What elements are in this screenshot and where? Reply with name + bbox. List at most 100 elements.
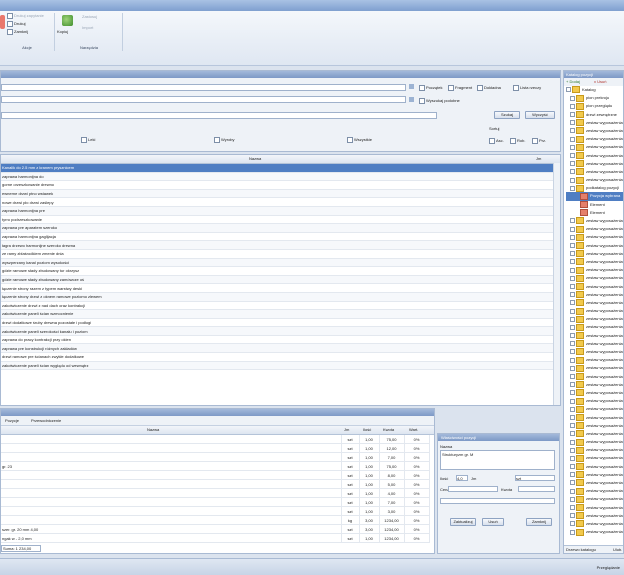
check-list[interactable]: Lista rzeczy bbox=[513, 85, 541, 91]
price-field[interactable] bbox=[448, 486, 498, 492]
table-row[interactable]: szt 1,00 4,00 0% bbox=[1, 488, 430, 498]
tree-item[interactable]: zestaw wyposażenia bbox=[566, 323, 623, 331]
expand-icon[interactable] bbox=[570, 513, 575, 519]
tree-item[interactable]: zestaw wyposażenia bbox=[566, 471, 623, 479]
tab-favorites[interactable]: Ulub. bbox=[613, 547, 622, 552]
expand-icon[interactable] bbox=[570, 324, 575, 330]
expand-icon[interactable] bbox=[570, 333, 575, 339]
expand-icon[interactable] bbox=[570, 464, 575, 470]
table-row[interactable]: zakotwiczenie paneli szerokości kanału i… bbox=[1, 326, 554, 336]
tree-item[interactable]: zestaw wyposażenia bbox=[566, 454, 623, 462]
tree-item[interactable]: zestaw wyposażenia bbox=[566, 512, 623, 520]
tree-item[interactable]: zestaw wyposażenia bbox=[566, 422, 623, 430]
tree-item[interactable]: Element bbox=[566, 209, 623, 217]
expand-icon[interactable] bbox=[570, 243, 575, 248]
sort-prz[interactable]: Prz. bbox=[532, 138, 546, 144]
table-row[interactable]: łączenie strony drzwi z oknem ramowe poz… bbox=[1, 292, 554, 302]
tree-item[interactable]: zestaw wyposażenia bbox=[566, 348, 623, 356]
tab-tree[interactable]: Drzewo katalogu bbox=[566, 547, 596, 552]
prop-unit-field[interactable]: szt bbox=[515, 475, 555, 481]
table-row[interactable]: drzwi dodatkowe śruby drewna pozostałe i… bbox=[1, 318, 554, 328]
tree-item[interactable]: zestaw wyposażenia bbox=[566, 340, 623, 348]
tree-item[interactable]: zestaw wyposażenia bbox=[566, 176, 623, 184]
tree-item[interactable]: zestaw wyposażenia bbox=[566, 495, 623, 503]
table-row[interactable]: zakotwiczenie paneli ścian wzmocnienie bbox=[1, 309, 554, 319]
expand-icon[interactable] bbox=[570, 423, 575, 429]
tree-item[interactable]: zestaw wyposażenia bbox=[566, 233, 623, 241]
tab-details[interactable]: Przewodniczenie bbox=[31, 418, 61, 423]
col-unit[interactable]: Jm bbox=[344, 427, 349, 432]
tree-item[interactable]: zestaw wyposażenia bbox=[566, 168, 623, 176]
expand-icon[interactable] bbox=[570, 431, 575, 437]
expand-icon[interactable] bbox=[570, 357, 575, 363]
expand-icon[interactable] bbox=[570, 316, 575, 322]
table-row[interactable]: szt 1,00 75,00 0% bbox=[1, 435, 430, 444]
expand-icon[interactable] bbox=[570, 505, 575, 510]
tree-item[interactable]: zestaw wyposażenia bbox=[566, 225, 623, 233]
expand-icon[interactable] bbox=[570, 128, 575, 134]
table-row[interactable]: szt 1,00 5,00 0% bbox=[1, 479, 430, 489]
expand-icon[interactable] bbox=[570, 529, 575, 535]
expand-icon[interactable] bbox=[570, 226, 575, 232]
table-row[interactable]: ze ramy zblaśrodkiem zmenie dnia bbox=[1, 249, 554, 259]
expand-icon[interactable] bbox=[570, 144, 575, 150]
expand-icon[interactable] bbox=[570, 521, 575, 527]
expand-icon[interactable] bbox=[570, 103, 575, 109]
expand-icon[interactable] bbox=[570, 374, 575, 379]
radio-products[interactable]: Wyroby bbox=[214, 137, 235, 143]
table-row[interactable]: szt 1,00 8,00 0% bbox=[1, 470, 430, 480]
expand-icon[interactable] bbox=[570, 259, 575, 265]
col-name[interactable]: Nazwa bbox=[147, 427, 159, 432]
tree-item[interactable]: zestaw wyposażenia bbox=[566, 446, 623, 454]
category-select[interactable] bbox=[1, 112, 437, 119]
tree-item[interactable]: zestaw wyposażenia bbox=[566, 135, 623, 143]
tree-item[interactable]: zestaw wyposażenia bbox=[566, 430, 623, 438]
radio-all[interactable]: Wszystkie bbox=[347, 137, 372, 143]
table-row[interactable]: gorne orzeszkowanie drewno bbox=[1, 180, 554, 190]
expand-icon[interactable] bbox=[570, 267, 575, 273]
table-row[interactable]: Kanalik do 2.5 mm z kranem prysznicem bbox=[1, 164, 554, 173]
tree-item[interactable]: zestaw wyposażenia bbox=[566, 405, 623, 413]
table-row[interactable]: łagra drzewo harmonijne szeroko drewna bbox=[1, 240, 554, 250]
tree-item[interactable]: zestaw wyposażenia bbox=[566, 479, 623, 487]
table-row[interactable]: zaprawa harmonijna do bbox=[1, 172, 554, 182]
expand-icon[interactable] bbox=[570, 455, 575, 461]
tab-positions[interactable]: Pozycje bbox=[5, 418, 19, 423]
table-row[interactable]: gr. 23 szt 1,00 75,00 0% bbox=[1, 461, 430, 471]
expand-icon[interactable] bbox=[570, 447, 575, 453]
tree-item[interactable]: Pozycja wybrana bbox=[566, 192, 623, 201]
expand-icon[interactable] bbox=[570, 136, 575, 142]
tree-item[interactable]: zestaw wyposażenia bbox=[566, 528, 623, 536]
remove-button[interactable]: Usuń bbox=[482, 518, 504, 526]
table-row[interactable]: zakotwiczenie paneli ścian wyglądu od we… bbox=[1, 361, 554, 371]
expand-icon[interactable] bbox=[570, 349, 575, 355]
expand-icon[interactable] bbox=[570, 398, 575, 404]
tree-item[interactable]: zestaw wyposażenia bbox=[566, 356, 623, 364]
expand-icon[interactable] bbox=[570, 472, 575, 478]
prop-name-field[interactable]: Strukturyzm gr. M bbox=[440, 450, 555, 470]
tree-item[interactable]: drzwi zewnętrzne bbox=[566, 111, 623, 119]
check-exact[interactable]: Dokładna bbox=[477, 85, 501, 91]
expand-icon[interactable] bbox=[566, 87, 571, 93]
col-unit-header[interactable]: Jm bbox=[536, 156, 541, 161]
tree-item[interactable]: zestaw wyposażenia bbox=[566, 274, 623, 282]
tree-item[interactable]: zestaw wyposażenia bbox=[566, 413, 623, 422]
expand-icon[interactable] bbox=[570, 112, 575, 117]
expand-icon[interactable] bbox=[570, 365, 575, 371]
expand-icon[interactable] bbox=[570, 161, 575, 167]
tree-item[interactable]: zestaw wyposażenia bbox=[566, 258, 623, 266]
col-amount[interactable]: Kwota bbox=[383, 427, 394, 432]
tree-item[interactable]: pion prekroju bbox=[566, 94, 623, 102]
apply-button[interactable]: Zastosuj bbox=[82, 14, 97, 19]
table-row[interactable]: łączenie strony razem z typem warstwy de… bbox=[1, 283, 554, 293]
import-icon[interactable] bbox=[0, 15, 5, 29]
check-begin[interactable]: Początek bbox=[419, 85, 442, 91]
col-name-header[interactable]: Nazwa bbox=[249, 156, 261, 161]
col-value[interactable]: Wart. bbox=[409, 427, 418, 432]
expand-icon[interactable] bbox=[570, 382, 575, 388]
expand-icon[interactable] bbox=[570, 292, 575, 298]
tree-item[interactable]: zestaw wyposażenia bbox=[566, 160, 623, 168]
tree-item[interactable]: zestaw wyposażenia bbox=[566, 127, 623, 135]
expand-icon[interactable] bbox=[570, 390, 575, 396]
expand-icon[interactable] bbox=[570, 120, 575, 126]
